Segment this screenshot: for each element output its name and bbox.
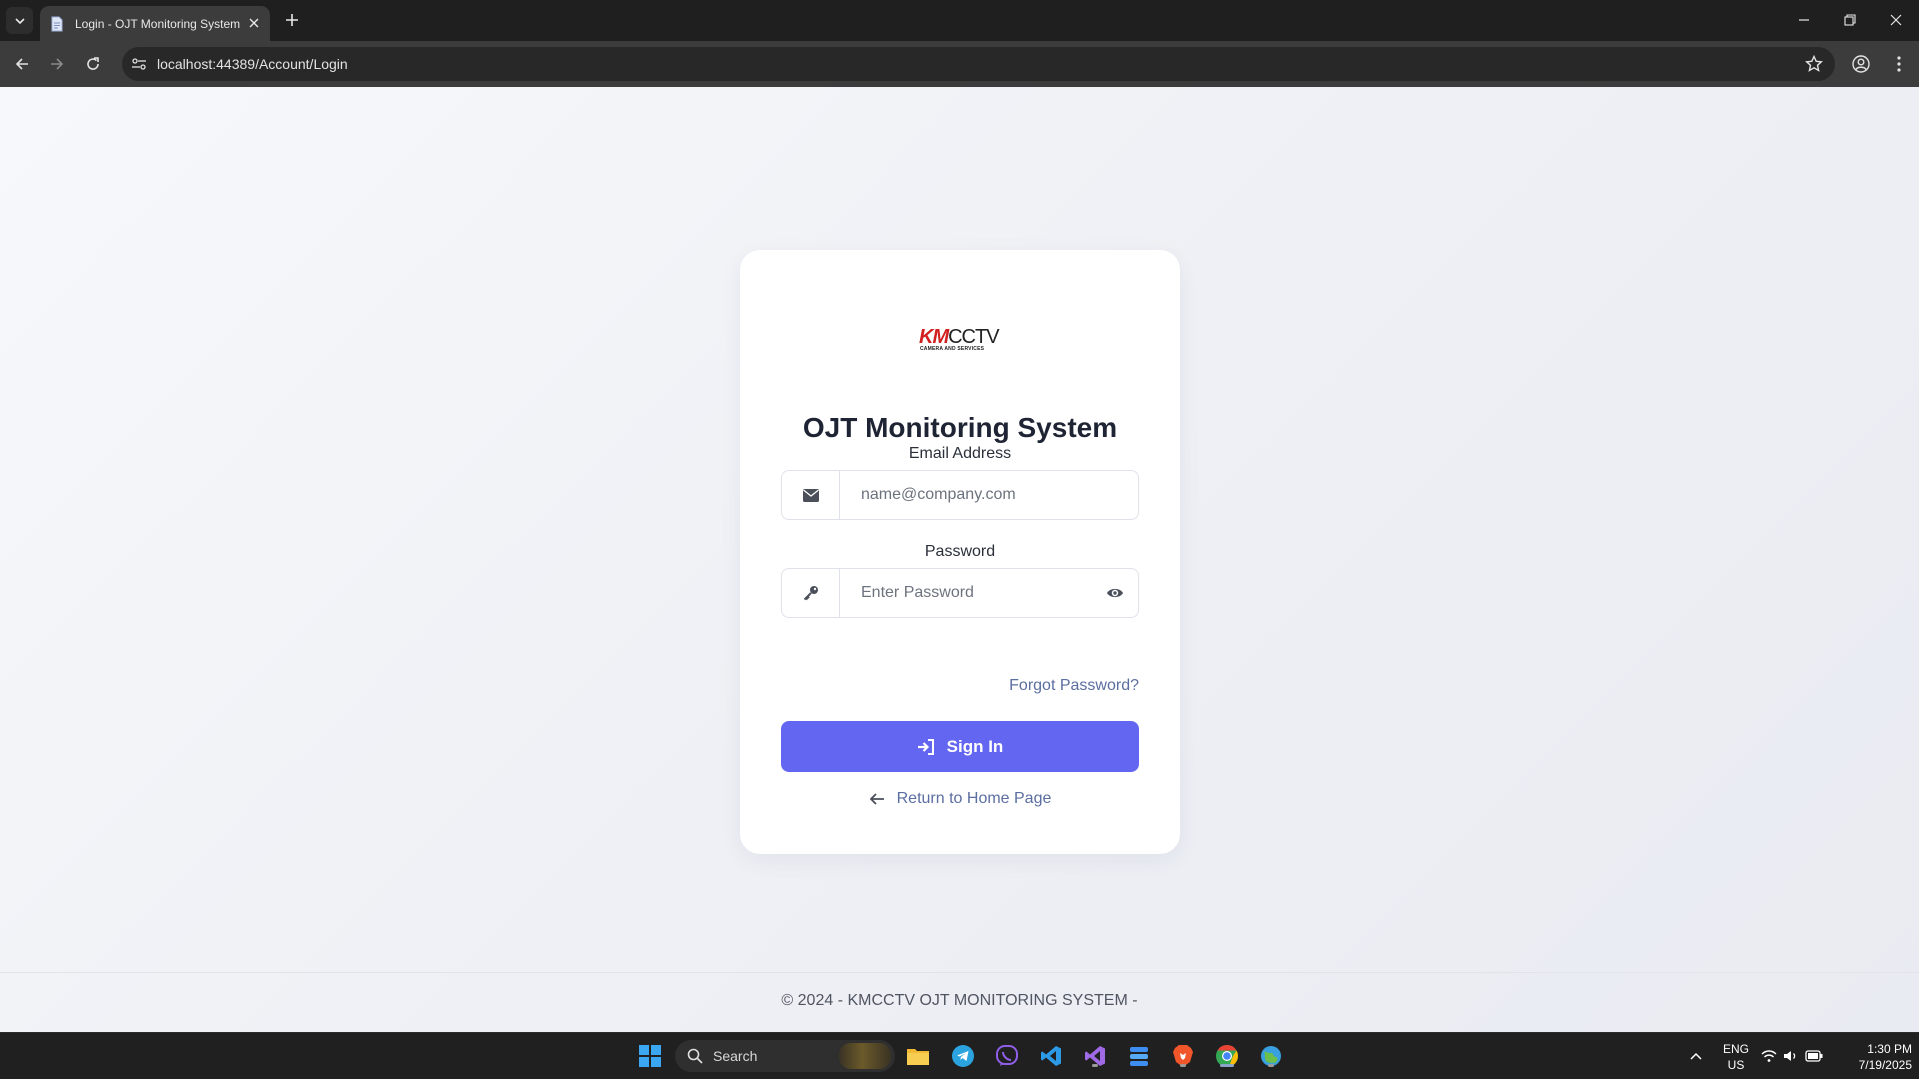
site-info-icon[interactable] — [130, 56, 148, 72]
email-addon — [782, 471, 840, 519]
plus-icon — [286, 14, 298, 26]
more-vertical-icon — [1897, 56, 1901, 72]
password-placeholder: Enter Password — [861, 584, 974, 601]
page-title: OJT Monitoring System — [802, 412, 1118, 443]
chevron-up-icon — [1690, 1052, 1702, 1060]
running-indicator — [1180, 1064, 1186, 1067]
restore-icon — [1844, 14, 1856, 26]
new-tab-button[interactable] — [282, 10, 302, 30]
close-icon — [1890, 14, 1902, 26]
minimize-button[interactable] — [1790, 6, 1818, 34]
address-bar[interactable]: localhost:44389/Account/Login — [122, 47, 1835, 81]
clock-date: 7/19/2025 — [1858, 1058, 1912, 1072]
envelope-icon — [802, 488, 819, 502]
url-text: localhost:44389/Account/Login — [157, 56, 348, 72]
tab-title: Login - OJT Monitoring System — [75, 16, 241, 31]
search-icon — [687, 1048, 703, 1064]
footer-divider — [0, 972, 1919, 973]
search-highlight-image — [839, 1043, 891, 1069]
wifi-icon — [1761, 1050, 1777, 1062]
taskbar-search[interactable]: Search — [675, 1040, 895, 1072]
arrow-left-icon — [869, 792, 885, 806]
clock-time: 1:30 PM — [1867, 1042, 1912, 1056]
active-app-indicator — [1220, 1064, 1234, 1067]
vscode-icon — [1041, 1046, 1061, 1066]
chrome-button[interactable] — [1213, 1042, 1241, 1070]
profile-button[interactable] — [1849, 52, 1873, 76]
chevron-down-icon — [14, 17, 25, 24]
windows-logo-icon — [639, 1045, 661, 1067]
password-field[interactable]: Enter Password — [781, 568, 1139, 618]
password-label: Password — [924, 543, 996, 560]
running-indicator — [1268, 1064, 1274, 1067]
return-home-link[interactable]: Return to Home Page — [740, 790, 1180, 808]
email-placeholder: name@company.com — [861, 486, 1016, 503]
arrow-right-icon — [51, 58, 64, 70]
browser-tab-bar: Login - OJT Monitoring System — [0, 0, 1919, 41]
close-icon — [249, 18, 259, 28]
kmcctv-logo: KMCCTV CAMERA AND SERVICES — [919, 326, 1000, 352]
battery-icon — [1805, 1050, 1823, 1062]
telegram-icon — [952, 1045, 974, 1067]
running-indicator — [1092, 1064, 1098, 1067]
telegram-button[interactable] — [949, 1042, 977, 1070]
browser-tab-active[interactable]: Login - OJT Monitoring System — [40, 6, 270, 41]
browser-menu-button[interactable] — [1887, 52, 1911, 76]
password-addon — [782, 569, 840, 617]
folder-icon — [907, 1049, 929, 1065]
vscode-button[interactable] — [1037, 1042, 1065, 1070]
footer-copyright: © 2024 - KMCCTV OJT MONITORING SYSTEM - — [781, 992, 1138, 1009]
restore-button[interactable] — [1836, 6, 1864, 34]
sign-in-button[interactable]: Sign In — [781, 721, 1139, 772]
reload-button[interactable] — [80, 51, 106, 77]
taskbar-search-label: Search — [713, 1048, 758, 1064]
reload-icon — [87, 57, 99, 70]
page-icon — [51, 16, 63, 31]
tab-search-button[interactable] — [6, 7, 33, 34]
back-button[interactable] — [9, 51, 35, 77]
page-body: KMCCTV CAMERA AND SERVICES OJT Monitorin… — [0, 87, 1919, 1032]
visual-studio-button[interactable] — [1081, 1042, 1109, 1070]
sign-in-label: Sign In — [946, 736, 1004, 756]
clock[interactable]: 1:30 PM 7/19/2025 — [1830, 1041, 1912, 1073]
viber-icon — [996, 1045, 1018, 1066]
app-globe-button[interactable] — [1257, 1042, 1285, 1070]
forward-button[interactable] — [44, 51, 70, 77]
app-stack-icon — [1130, 1047, 1148, 1066]
browser-toolbar: localhost:44389/Account/Login — [0, 41, 1919, 87]
app-button[interactable] — [1125, 1042, 1153, 1070]
brave-button[interactable] — [1169, 1042, 1197, 1070]
bookmark-star-icon[interactable] — [1805, 55, 1823, 73]
minimize-icon — [1799, 19, 1809, 21]
forgot-password-link[interactable]: Forgot Password? — [1009, 677, 1139, 695]
profile-icon — [1852, 55, 1870, 73]
viber-button[interactable] — [993, 1042, 1021, 1070]
language-indicator[interactable]: ENG US — [1718, 1041, 1754, 1073]
email-label: Email Address — [908, 445, 1012, 462]
show-hidden-icons-button[interactable] — [1683, 1042, 1709, 1070]
close-window-button[interactable] — [1882, 6, 1910, 34]
file-explorer-button[interactable] — [904, 1042, 932, 1070]
login-card: KMCCTV CAMERA AND SERVICES OJT Monitorin… — [740, 250, 1180, 854]
tab-close-button[interactable] — [246, 15, 262, 31]
sign-in-icon — [917, 738, 935, 756]
email-field[interactable]: name@company.com — [781, 470, 1139, 520]
windows-taskbar: Search ENG US 1:30 PM 7/19/2025 — [0, 1032, 1919, 1079]
start-button[interactable] — [636, 1042, 664, 1070]
eye-icon[interactable] — [1106, 585, 1124, 601]
return-home-label: Return to Home Page — [896, 790, 1052, 807]
volume-icon — [1784, 1051, 1796, 1061]
system-tray-status[interactable] — [1760, 1042, 1824, 1070]
key-icon — [803, 586, 818, 601]
arrow-left-icon — [15, 58, 28, 70]
